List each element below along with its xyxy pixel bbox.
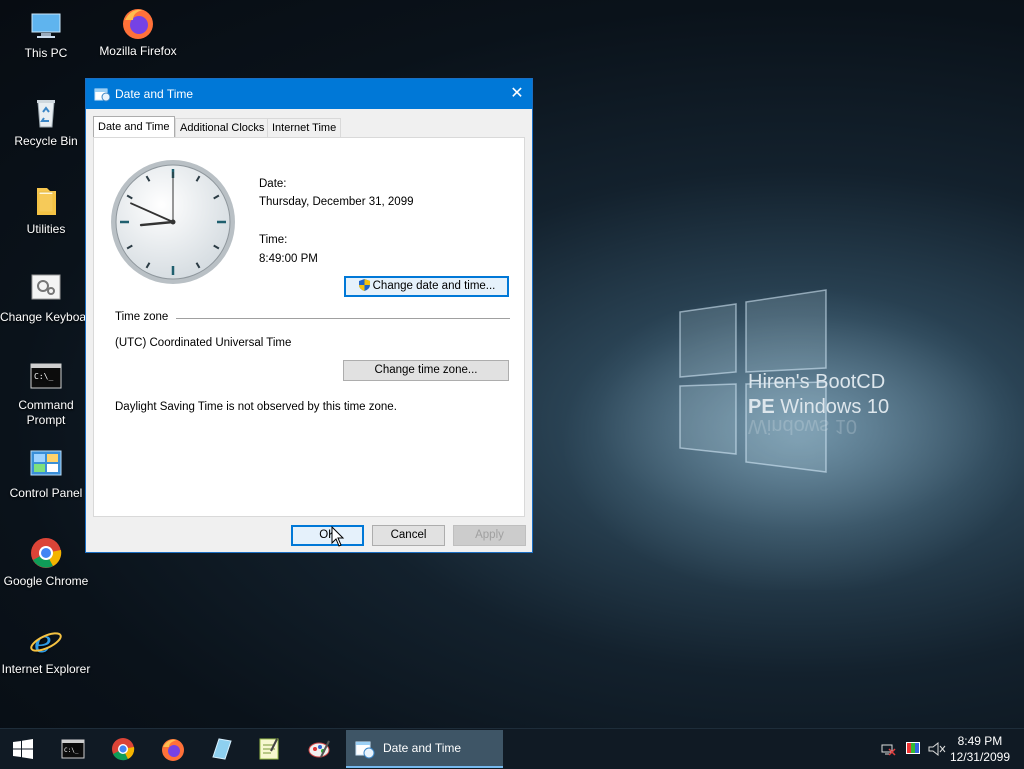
date-time-icon (94, 86, 111, 102)
desktop-icon-change-keyboard-layout[interactable]: Change Keyboard Layout (0, 272, 137, 325)
date-value: Thursday, December 31, 2099 (259, 196, 414, 208)
desktop-icon-command-prompt[interactable]: C:\_ Command Prompt (0, 360, 92, 428)
desktop-icon-label: Utilities (26, 222, 66, 236)
taskbar-notepad[interactable] (246, 729, 292, 769)
taskbar-clock[interactable]: 8:49 PM 12/31/2099 (950, 733, 1010, 765)
desktop-icon-label: Change Keyboard Layout (0, 310, 137, 324)
ie-icon: e (29, 624, 63, 660)
desktop-icon-label: This PC (24, 46, 68, 60)
wallpaper-reflection: Windows 10 (748, 416, 857, 437)
clock-center (170, 219, 176, 225)
time-label: Time: (259, 234, 288, 246)
close-button[interactable]: ✕ (502, 79, 532, 109)
wallpaper-line1: Hiren's BootCD (748, 371, 886, 393)
desktop-icon-label: Command Prompt (18, 398, 74, 427)
taskbar: C:\_ Date and Time 8:49 PM 12/31/2099 (0, 728, 1024, 769)
chrome-icon (112, 738, 135, 761)
taskbar-window-title: Date and Time (383, 741, 462, 755)
taskbar-explorer[interactable] (198, 729, 244, 769)
time-zone-divider (176, 318, 510, 319)
taskbar-cmd[interactable]: C:\_ (50, 729, 96, 769)
desktop-icon-this-pc[interactable]: This PC (0, 8, 92, 61)
change-date-time-label: Change date and time... (372, 280, 496, 292)
dialog-title: Date and Time (115, 87, 194, 101)
svg-text:C:\_: C:\_ (34, 372, 53, 381)
taskbar-time: 8:49 PM (957, 734, 1003, 748)
time-value: 8:49:00 PM (259, 253, 318, 265)
desktop-icon-firefox[interactable]: Mozilla Firefox (92, 6, 184, 59)
dst-note: Daylight Saving Time is not observed by … (115, 401, 397, 413)
chrome-icon (29, 536, 63, 570)
analog-clock (111, 160, 235, 284)
desktop-icon-recycle-bin[interactable]: Recycle Bin (0, 96, 92, 149)
uac-shield-icon (358, 278, 371, 299)
start-icon (13, 739, 33, 759)
desktop-icon-internet-explorer[interactable]: e Internet Explorer (0, 624, 92, 677)
folder-icon (29, 184, 63, 218)
desktop-icon-control-panel[interactable]: Control Panel (0, 448, 92, 501)
taskbar-firefox[interactable] (150, 729, 196, 769)
date-time-dialog: Date and Time ✕ Date and Time Additional… (85, 78, 533, 553)
recycle-bin-icon (29, 96, 63, 130)
tab-additional-clocks[interactable]: Additional Clocks (175, 118, 270, 137)
dialog-titlebar[interactable]: Date and Time ✕ (86, 79, 532, 109)
volume-muted-icon[interactable] (928, 741, 946, 757)
change-date-time-button[interactable]: Change date and time... (344, 276, 509, 297)
display-icon[interactable] (905, 741, 921, 757)
system-tray (880, 729, 950, 769)
cmd-icon: C:\_ (29, 360, 63, 394)
network-disconnected-icon[interactable] (880, 741, 896, 757)
cancel-button[interactable]: Cancel (372, 525, 445, 546)
time-zone-header: Time zone (115, 311, 169, 323)
svg-text:C:\_: C:\_ (64, 747, 79, 754)
desktop-icon-utilities[interactable]: Utilities (0, 184, 92, 237)
change-time-zone-button[interactable]: Change time zone... (343, 360, 509, 381)
firefox-icon (121, 6, 155, 40)
desktop-icon-label: Internet Explorer (1, 662, 91, 676)
firefox-icon (162, 739, 184, 761)
cmd-icon: C:\_ (61, 739, 85, 759)
taskbar-date-and-time-window[interactable]: Date and Time (346, 730, 503, 768)
date-time-icon (355, 741, 375, 759)
notepad-icon (259, 738, 279, 760)
start-button[interactable] (0, 729, 46, 769)
apply-button[interactable]: Apply (453, 525, 526, 546)
taskbar-paint[interactable] (296, 729, 342, 769)
computer-icon (29, 8, 63, 42)
wallpaper-text: Hiren's BootCD PE Windows 10 Windows 10 (748, 370, 889, 438)
control-panel-icon (29, 448, 63, 482)
keyboard-settings-icon (29, 272, 63, 306)
date-label: Date: (259, 178, 287, 190)
explorer-icon (212, 738, 232, 760)
desktop-icon-label: Control Panel (9, 486, 83, 500)
desktop-icon-label: Recycle Bin (14, 134, 78, 148)
ok-button[interactable]: OK (291, 525, 364, 546)
desktop-icon-chrome[interactable]: Google Chrome (0, 536, 92, 589)
tab-internet-time[interactable]: Internet Time (267, 118, 342, 137)
tab-panel: Date: Thursday, December 31, 2099 Time: … (93, 137, 525, 517)
desktop-icon-label: Mozilla Firefox (99, 44, 177, 58)
desktop-icon-label: Google Chrome (3, 574, 89, 588)
tab-date-and-time[interactable]: Date and Time (93, 116, 175, 137)
time-zone-value: (UTC) Coordinated Universal Time (115, 337, 292, 349)
mouse-cursor-icon (331, 526, 345, 547)
paint-icon (308, 740, 330, 758)
taskbar-chrome[interactable] (100, 729, 146, 769)
taskbar-date: 12/31/2099 (949, 750, 1010, 764)
